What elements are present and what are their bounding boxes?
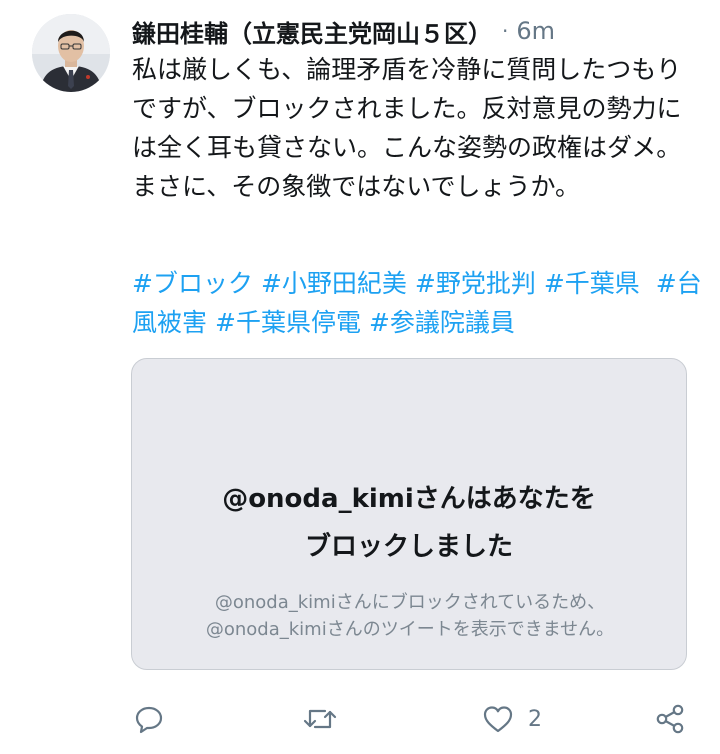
hashtag-link[interactable]: #参議院議員 bbox=[369, 308, 515, 337]
timestamp[interactable]: 6m bbox=[516, 17, 555, 45]
hashtag-link[interactable]: #野党批判 bbox=[415, 269, 536, 298]
tweet-text: 私は厳しくも、論理矛盾を冷静に質問したつもりですが、ブロックされました。反対意見… bbox=[132, 55, 682, 201]
author-name[interactable]: 鎌田桂輔（立憲民主党岡山５区） bbox=[132, 14, 492, 49]
separator-dot: · bbox=[502, 19, 509, 43]
blocked-card-title: @onoda_kimiさんはあなたを ブロックしました bbox=[132, 475, 686, 571]
like-button[interactable]: 2 bbox=[482, 704, 542, 734]
share-icon bbox=[656, 704, 684, 734]
hashtag-link[interactable]: #千葉県停電 bbox=[215, 308, 361, 337]
blocked-card-title-line2: ブロックしました bbox=[304, 532, 513, 562]
reply-button[interactable] bbox=[134, 704, 164, 734]
blocked-card-title-line1: @onoda_kimiさんはあなたを bbox=[222, 484, 596, 514]
reply-icon bbox=[135, 706, 163, 734]
heart-icon bbox=[483, 706, 513, 733]
tweet[interactable]: 鎌田桂輔（立憲民主党岡山５区） · 6m 私は厳しくも、論理矛盾を冷静に質問した… bbox=[0, 0, 720, 754]
like-count: 2 bbox=[528, 706, 542, 732]
blocked-tweet-card: @onoda_kimiさんはあなたを ブロックしました @onoda_kimiさ… bbox=[131, 358, 687, 670]
blocked-card-description: @onoda_kimiさんにブロックされているため、@onoda_kimiさんの… bbox=[205, 592, 615, 640]
tweet-header: 鎌田桂輔（立憲民主党岡山５区） · 6m bbox=[132, 14, 555, 48]
hashtag-list: #ブロック #小野田紀美 #野党批判 #千葉県 #台風被害 #千葉県停電 #参議院議員 bbox=[132, 264, 702, 342]
avatar[interactable] bbox=[32, 14, 110, 92]
hashtag-link[interactable]: #千葉県 bbox=[544, 269, 640, 298]
retweet-icon bbox=[303, 709, 337, 729]
hashtag-link[interactable]: #ブロック bbox=[132, 269, 253, 298]
hashtag-link[interactable]: #小野田紀美 bbox=[261, 269, 407, 298]
share-button[interactable] bbox=[654, 704, 686, 734]
tweet-actions: 2 bbox=[0, 698, 720, 742]
retweet-button[interactable] bbox=[303, 704, 337, 734]
